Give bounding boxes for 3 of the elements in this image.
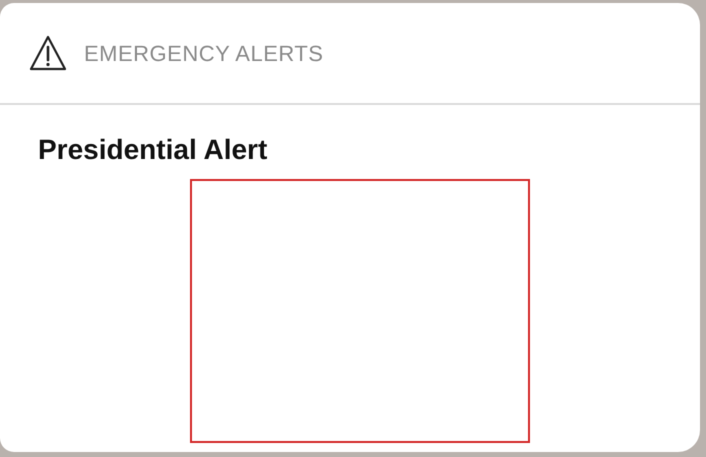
warning-icon xyxy=(29,35,67,71)
alert-title: Presidential Alert xyxy=(38,134,268,165)
app-name: EMERGENCY ALERTS xyxy=(84,40,324,68)
